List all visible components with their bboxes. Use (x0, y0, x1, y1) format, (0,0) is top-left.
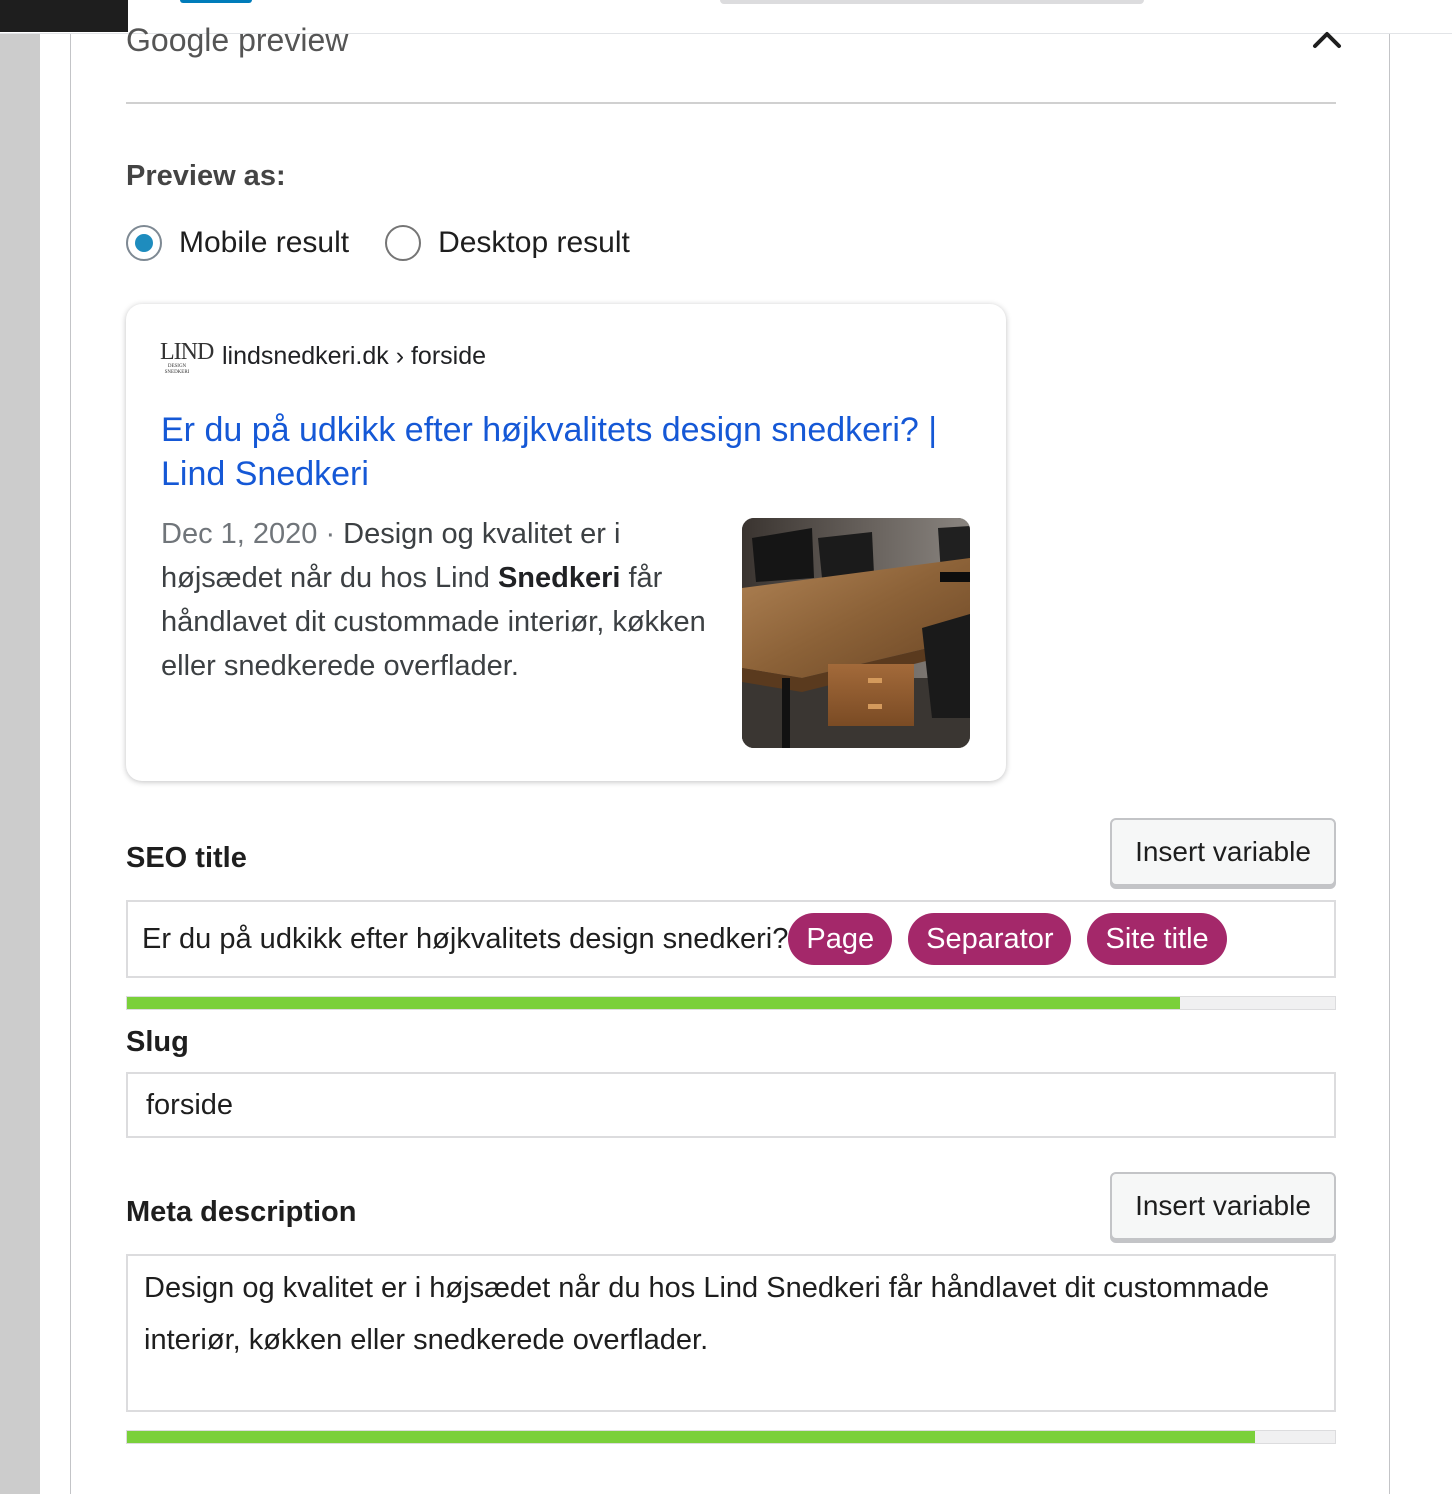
seo-title-label: SEO title (126, 842, 247, 874)
result-description: Dec 1, 2020 · Design og kvalitet er i hø… (161, 512, 721, 688)
section-title: Google preview (126, 22, 349, 58)
mobile-result-radio[interactable] (126, 225, 162, 261)
mobile-result-option[interactable]: Mobile result (126, 225, 349, 261)
result-title-link[interactable]: Er du på udkikk efter højkvalitets desig… (161, 408, 981, 496)
variable-pill-page[interactable]: Page (788, 913, 893, 965)
toolbar-grey-bar (720, 0, 1144, 4)
toolbar-dark-block (0, 0, 128, 32)
radio-checked-dot (135, 234, 153, 252)
seo-title-text: Er du på udkikk efter højkvalitets desig… (142, 922, 789, 955)
slug-input[interactable] (126, 1072, 1336, 1138)
toolbar-blue-tab[interactable] (180, 0, 252, 3)
meta-description-progress-fill (127, 1431, 1256, 1443)
wooden-table-photo (742, 518, 970, 748)
meta-description-label: Meta description (126, 1196, 357, 1228)
seo-title-progress-fill (127, 997, 1181, 1009)
desktop-result-radio[interactable] (385, 225, 422, 261)
preview-as-label: Preview as: (126, 160, 286, 192)
variable-pill-separator[interactable]: Separator (908, 913, 1072, 965)
desktop-result-label: Desktop result (438, 226, 630, 259)
result-date-separator: · (317, 518, 344, 550)
site-favicon: LIND DESIGN SNEDKERI (160, 339, 214, 375)
seo-title-insert-variable-button[interactable]: Insert variable (1110, 818, 1336, 886)
variable-pill-site-title[interactable]: Site title (1087, 913, 1227, 965)
meta-description-input[interactable]: Design og kvalitet er i højsædet når du … (126, 1254, 1336, 1412)
result-date: Dec 1, 2020 (161, 518, 318, 550)
preview-mode-radio-group: Mobile result Desktop result (126, 222, 666, 264)
section-divider (126, 102, 1336, 104)
slug-label: Slug (126, 1026, 189, 1058)
seo-title-length-progress (126, 996, 1336, 1010)
google-result-card: LIND DESIGN SNEDKERI lindsnedkeri.dk › f… (126, 304, 1006, 781)
mobile-result-label: Mobile result (179, 226, 350, 259)
meta-description-length-progress (126, 1430, 1336, 1444)
left-gutter (0, 34, 40, 1494)
result-breadcrumb: lindsnedkeri.dk › forside (222, 342, 487, 370)
collapse-button[interactable] (1306, 24, 1348, 56)
description-highlight: Snedkeri (497, 562, 621, 594)
favicon-logo-text: LIND (160, 339, 214, 365)
seo-title-input[interactable]: Er du på udkikk efter højkvalitets desig… (126, 900, 1336, 978)
desktop-result-option[interactable]: Desktop result (385, 225, 630, 261)
chevron-up-icon (1313, 32, 1341, 48)
favicon-logo-subtext: DESIGN SNEDKERI (164, 364, 190, 375)
result-thumbnail-image (742, 518, 970, 748)
meta-description-insert-variable-button[interactable]: Insert variable (1110, 1172, 1336, 1240)
